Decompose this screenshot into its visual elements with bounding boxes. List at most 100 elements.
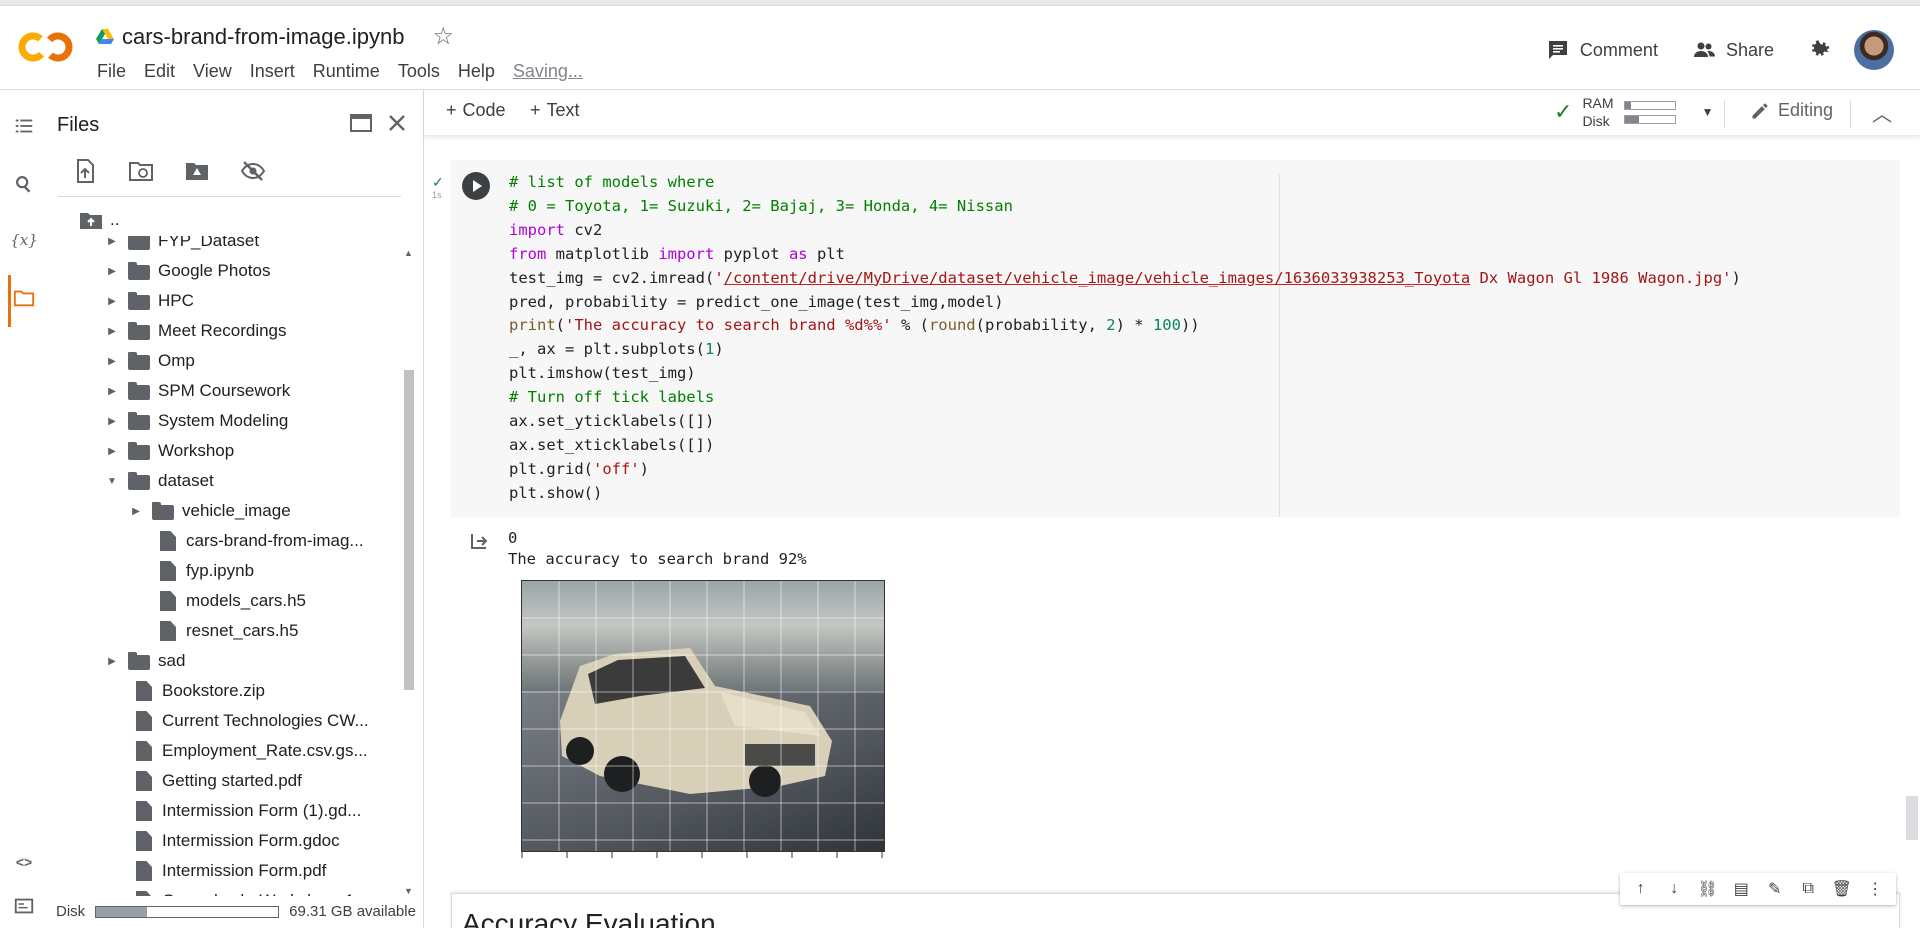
chevron-down-icon[interactable]: ▼: [102, 476, 122, 487]
file-row[interactable]: Intermission Form (1).gd...: [128, 796, 361, 826]
resources-indicator[interactable]: ✓ RAM Disk ▼: [1554, 94, 1713, 130]
menu-insert[interactable]: Insert: [241, 57, 304, 86]
variables-icon[interactable]: {x}: [10, 228, 38, 252]
comment-button[interactable]: Comment: [1546, 38, 1658, 62]
folder-row[interactable]: ▶ Google Photos: [102, 256, 270, 286]
close-icon[interactable]: [384, 110, 410, 136]
open-in-tab-icon[interactable]: [348, 110, 374, 136]
mount-drive-icon[interactable]: [184, 158, 210, 184]
menu-view[interactable]: View: [184, 57, 241, 86]
file-row[interactable]: resnet_cars.h5: [152, 616, 298, 646]
search-icon[interactable]: [12, 172, 36, 196]
file-row[interactable]: Current Technologies CW...: [128, 706, 369, 736]
folder-row[interactable]: ▶ FYP_Dataset: [102, 236, 259, 256]
file-row[interactable]: models_cars.h5: [152, 586, 306, 616]
refresh-folder-icon[interactable]: [128, 158, 154, 184]
tree-item-label: Workshop: [158, 441, 235, 460]
folder-up-icon: [80, 213, 102, 229]
folder-row[interactable]: ▶ Meet Recordings: [102, 316, 287, 346]
file-icon: [136, 861, 152, 881]
chevron-right-icon[interactable]: ▶: [126, 506, 146, 517]
folder-row[interactable]: ▶ vehicle_image: [126, 496, 291, 526]
tree-item-label: resnet_cars.h5: [186, 621, 299, 640]
notebook-scrollbar-thumb[interactable]: [1906, 796, 1918, 840]
chevron-right-icon[interactable]: ▶: [102, 266, 122, 277]
chevron-right-icon[interactable]: ▶: [102, 356, 122, 367]
add-code-button[interactable]: + Code: [446, 100, 506, 121]
file-row[interactable]: Omprakash_Workshop_1: [128, 886, 354, 896]
run-cell-button[interactable]: [462, 172, 490, 200]
file-row[interactable]: Intermission Form.pdf: [128, 856, 326, 886]
scrollbar-thumb[interactable]: [404, 370, 414, 690]
edit-icon[interactable]: ✎: [1763, 879, 1787, 899]
connected-check-icon: ✓: [1554, 99, 1573, 124]
tree-item-label: Omprakash_Workshop_1: [162, 891, 354, 896]
folder-row[interactable]: ▶ System Modeling: [102, 406, 288, 436]
terminal-icon[interactable]: [12, 894, 36, 918]
folder-icon[interactable]: [12, 286, 36, 310]
tree-item-label: Intermission Form.pdf: [162, 861, 327, 880]
folder-row[interactable]: ▶ Workshop: [102, 436, 234, 466]
file-row[interactable]: Bookstore.zip: [128, 676, 265, 706]
menu-help[interactable]: Help: [449, 57, 504, 86]
add-text-button[interactable]: + Text: [530, 100, 580, 121]
file-row[interactable]: Employment_Rate.csv.gs...: [128, 736, 368, 766]
chevron-right-icon[interactable]: ▶: [102, 416, 122, 427]
collapse-header-icon[interactable]: ︿: [1872, 98, 1892, 127]
files-scrollbar[interactable]: ▲ ▼: [401, 246, 417, 896]
mirror-cell-icon[interactable]: ⧉: [1796, 880, 1820, 898]
file-row[interactable]: fyp.ipynb: [152, 556, 254, 586]
chevron-right-icon[interactable]: ▶: [102, 446, 122, 457]
scroll-up-arrow[interactable]: ▲: [404, 248, 413, 258]
tree-item-label: SPM Coursework: [158, 381, 291, 400]
star-icon[interactable]: ☆: [432, 22, 454, 51]
menu-runtime[interactable]: Runtime: [304, 57, 389, 86]
move-up-icon[interactable]: ↑: [1629, 880, 1653, 898]
scroll-down-arrow[interactable]: ▼: [404, 886, 413, 896]
chevron-down-icon[interactable]: ▼: [1702, 105, 1714, 119]
gear-icon: [1812, 40, 1830, 56]
parent-folder-row[interactable]: ..: [80, 210, 119, 230]
menu-edit[interactable]: Edit: [135, 57, 184, 86]
ram-usage-bar: [1623, 100, 1676, 110]
app-header: cars-brand-from-image.ipynb ☆ File Edit …: [0, 6, 1920, 90]
folder-row[interactable]: ▶ sad: [102, 646, 185, 676]
share-button[interactable]: Share: [1692, 38, 1774, 62]
saving-status[interactable]: Saving...: [504, 57, 592, 86]
link-icon[interactable]: ⛓: [1696, 879, 1720, 899]
code-line: plt.show(): [509, 483, 603, 502]
output-actions-icon[interactable]: [468, 530, 490, 552]
table-of-contents-icon[interactable]: [12, 114, 36, 138]
output-line: The accuracy to search brand 92%: [508, 550, 807, 568]
folder-row[interactable]: ▶ HPC: [102, 286, 194, 316]
hide-files-icon[interactable]: [240, 158, 266, 184]
settings-button[interactable]: [1808, 38, 1832, 62]
file-row[interactable]: Intermission Form.gdoc: [128, 826, 340, 856]
chevron-right-icon[interactable]: ▶: [102, 656, 122, 667]
menu-file[interactable]: File: [88, 57, 135, 86]
code-editor[interactable]: # list of models where # 0 = Toyota, 1= S…: [509, 171, 1741, 506]
folder-row[interactable]: ▶ Omp: [102, 346, 195, 376]
tree-item-label: Bookstore.zip: [162, 681, 265, 700]
ram-label: RAM: [1582, 95, 1614, 111]
delete-icon[interactable]: 🗑: [1830, 879, 1854, 899]
colab-logo[interactable]: [18, 30, 74, 64]
file-row[interactable]: Getting started.pdf: [128, 766, 302, 796]
menu-tools[interactable]: Tools: [389, 57, 449, 86]
chevron-right-icon[interactable]: ▶: [102, 386, 122, 397]
folder-row[interactable]: ▶ SPM Coursework: [102, 376, 290, 406]
more-options-icon[interactable]: ⋮: [1863, 879, 1887, 899]
comment-icon[interactable]: ▤: [1729, 879, 1753, 899]
chevron-right-icon[interactable]: ▶: [102, 296, 122, 307]
file-row[interactable]: cars-brand-from-imag...: [152, 526, 364, 556]
chevron-right-icon[interactable]: ▶: [102, 236, 122, 247]
upload-icon[interactable]: [72, 158, 98, 184]
chevron-right-icon[interactable]: ▶: [102, 326, 122, 337]
move-down-icon[interactable]: ↓: [1662, 880, 1686, 898]
folder-row[interactable]: ▼ dataset: [102, 466, 214, 496]
user-avatar[interactable]: [1854, 30, 1894, 70]
folder-icon: [128, 472, 150, 490]
notebook-title[interactable]: cars-brand-from-image.ipynb: [122, 24, 404, 50]
code-snippets-icon[interactable]: <>: [12, 850, 36, 874]
editing-mode-button[interactable]: Editing: [1750, 100, 1833, 121]
